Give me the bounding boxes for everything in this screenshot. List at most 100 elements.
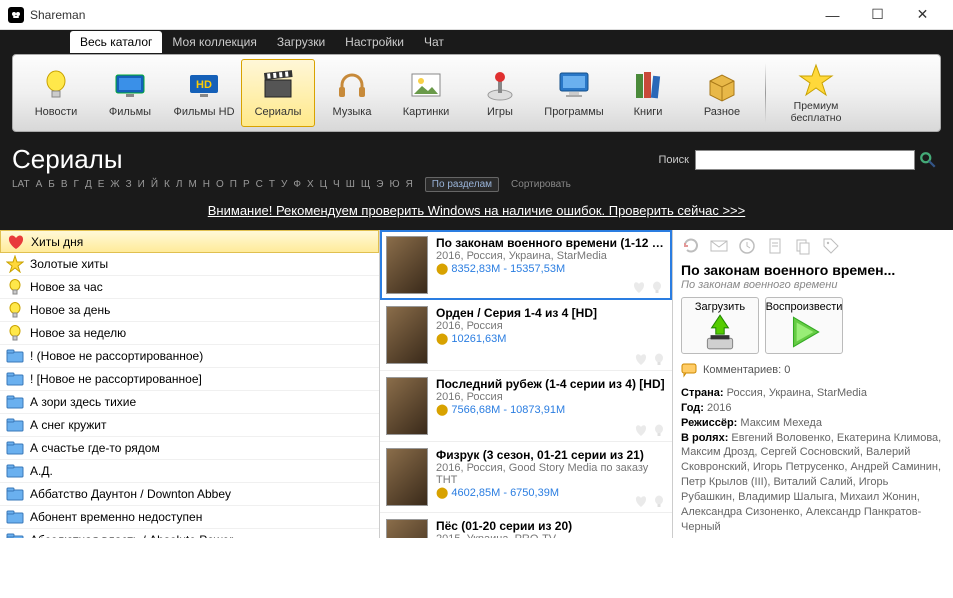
alpha-Ц[interactable]: Ц (320, 179, 327, 190)
warning-link[interactable]: Внимание! Рекомендуем проверить Windows … (208, 203, 745, 218)
alpha-Й[interactable]: Й (151, 179, 158, 190)
bulb-icon[interactable] (650, 280, 664, 294)
sidebar-item[interactable]: Новое за день (0, 299, 379, 322)
alpha-О[interactable]: О (216, 179, 224, 190)
window-title: Shareman (30, 8, 810, 22)
tag-icon[interactable] (821, 236, 841, 256)
heart-icon[interactable] (632, 280, 646, 294)
alpha-С[interactable]: С (256, 179, 263, 190)
alpha-И[interactable]: И (138, 179, 145, 190)
alpha-Ф[interactable]: Ф (293, 179, 301, 190)
category-box[interactable]: Разное (685, 59, 759, 127)
alpha-В[interactable]: В (61, 179, 68, 190)
alpha-З[interactable]: З (126, 179, 132, 190)
sort-button[interactable]: Сортировать (511, 179, 571, 190)
category-clapper[interactable]: Сериалы (241, 59, 315, 127)
alpha-Ш[interactable]: Ш (346, 179, 355, 190)
sidebar-item-label: Аббатство Даунтон / Downton Abbey (30, 487, 231, 501)
alpha-Ю[interactable]: Ю (389, 179, 399, 190)
card-title: Орден / Серия 1-4 из 4 [HD] (436, 306, 666, 320)
alpha-Я[interactable]: Я (406, 179, 413, 190)
minimize-button[interactable]: — (810, 1, 855, 29)
sidebar-item-label: ! (Новое не рассортированное) (30, 349, 203, 363)
sidebar-item-label: Новое за час (30, 280, 103, 294)
folder-icon (6, 393, 24, 411)
category-joystick[interactable]: Игры (463, 59, 537, 127)
search-icon[interactable] (919, 151, 937, 169)
category-bulb[interactable]: Новости (19, 59, 93, 127)
alpha-Г[interactable]: Г (74, 179, 79, 190)
sidebar-item[interactable]: ! (Новое не рассортированное) (0, 345, 379, 368)
alpha-Э[interactable]: Э (376, 179, 383, 190)
alpha-М[interactable]: М (188, 179, 196, 190)
category-monitor[interactable]: Программы (537, 59, 611, 127)
sidebar-item[interactable]: Новое за неделю (0, 322, 379, 345)
download-button[interactable]: Загрузить (681, 297, 759, 354)
menu-загрузки[interactable]: Загрузки (267, 31, 335, 53)
folder-icon (6, 347, 24, 365)
alpha-А[interactable]: А (36, 179, 43, 190)
alpha-Т[interactable]: Т (269, 179, 275, 190)
sidebar-item[interactable]: А счастье где-то рядом (0, 437, 379, 460)
alpha-Ж[interactable]: Ж (110, 179, 119, 190)
alpha-LAT[interactable]: LAT (12, 179, 30, 190)
result-card[interactable]: Физрук (3 сезон, 01-21 серии из 21)2016,… (380, 442, 672, 513)
history-icon[interactable] (737, 236, 757, 256)
result-card[interactable]: Последний рубеж (1-4 серии из 4) [HD]201… (380, 371, 672, 442)
bulb-icon[interactable] (652, 352, 666, 366)
maximize-button[interactable]: ☐ (855, 1, 900, 29)
menu-моя-коллекция[interactable]: Моя коллекция (162, 31, 266, 53)
sidebar-item[interactable]: А зори здесь тихие (0, 391, 379, 414)
category-tv[interactable]: Фильмы (93, 59, 167, 127)
sidebar-item[interactable]: Аббатство Даунтон / Downton Abbey (0, 483, 379, 506)
sidebar-item[interactable]: ! [Новое не рассортированное] (0, 368, 379, 391)
search-input[interactable] (695, 150, 915, 170)
heart-icon[interactable] (634, 494, 648, 508)
sidebar-item[interactable]: Абсолютная власть / Absolute Power (0, 529, 379, 538)
heart-icon[interactable] (634, 352, 648, 366)
bulb-icon[interactable] (652, 423, 666, 437)
alpha-Р[interactable]: Р (243, 179, 250, 190)
close-button[interactable]: ✕ (900, 1, 945, 29)
category-image[interactable]: Картинки (389, 59, 463, 127)
refresh-icon[interactable] (681, 236, 701, 256)
result-card[interactable]: По законам военного времени (1-12 сер201… (380, 230, 672, 300)
sidebar-item[interactable]: Хиты дня (0, 230, 379, 253)
result-card[interactable]: Пёс (01-20 серии из 20)2015, Украина, PR… (380, 513, 672, 538)
category-books[interactable]: Книги (611, 59, 685, 127)
alpha-Д[interactable]: Д (85, 179, 92, 190)
doc-icon[interactable] (765, 236, 785, 256)
bulb-icon[interactable] (652, 494, 666, 508)
premium-button[interactable]: Премиумбесплатно (772, 59, 860, 127)
alpha-Х[interactable]: Х (307, 179, 314, 190)
sidebar-item[interactable]: Абонент временно недоступен (0, 506, 379, 529)
menu-весь-каталог[interactable]: Весь каталог (70, 31, 162, 53)
alpha-Е[interactable]: Е (98, 179, 105, 190)
alpha-П[interactable]: П (230, 179, 237, 190)
details-subtitle: По законам военного времени (681, 279, 945, 291)
alpha-У[interactable]: У (281, 179, 287, 190)
sidebar-item[interactable]: Новое за час (0, 276, 379, 299)
alpha-Л[interactable]: Л (176, 179, 183, 190)
result-card[interactable]: Орден / Серия 1-4 из 4 [HD]2016, Россия⬤… (380, 300, 672, 371)
alpha-К[interactable]: К (164, 179, 170, 190)
play-button[interactable]: Воспроизвести (765, 297, 843, 354)
alpha-Б[interactable]: Б (48, 179, 55, 190)
sidebar-item[interactable]: Золотые хиты (0, 253, 379, 276)
category-headphones[interactable]: Музыка (315, 59, 389, 127)
comments-row[interactable]: Комментариев: 0 (681, 362, 945, 378)
sidebar-item-label: Новое за неделю (30, 326, 126, 340)
category-hd[interactable]: HDФильмы HD (167, 59, 241, 127)
filter-by-section[interactable]: По разделам (425, 177, 499, 192)
copy-icon[interactable] (793, 236, 813, 256)
menu-чат[interactable]: Чат (414, 31, 454, 53)
alpha-Ч[interactable]: Ч (333, 179, 340, 190)
alpha-Щ[interactable]: Щ (361, 179, 370, 190)
menu-настройки[interactable]: Настройки (335, 31, 414, 53)
sidebar-item[interactable]: А снег кружит (0, 414, 379, 437)
alpha-Н[interactable]: Н (203, 179, 210, 190)
sidebar-item[interactable]: А.Д. (0, 460, 379, 483)
star-icon (798, 62, 834, 98)
heart-icon[interactable] (634, 423, 648, 437)
mail-icon[interactable] (709, 236, 729, 256)
